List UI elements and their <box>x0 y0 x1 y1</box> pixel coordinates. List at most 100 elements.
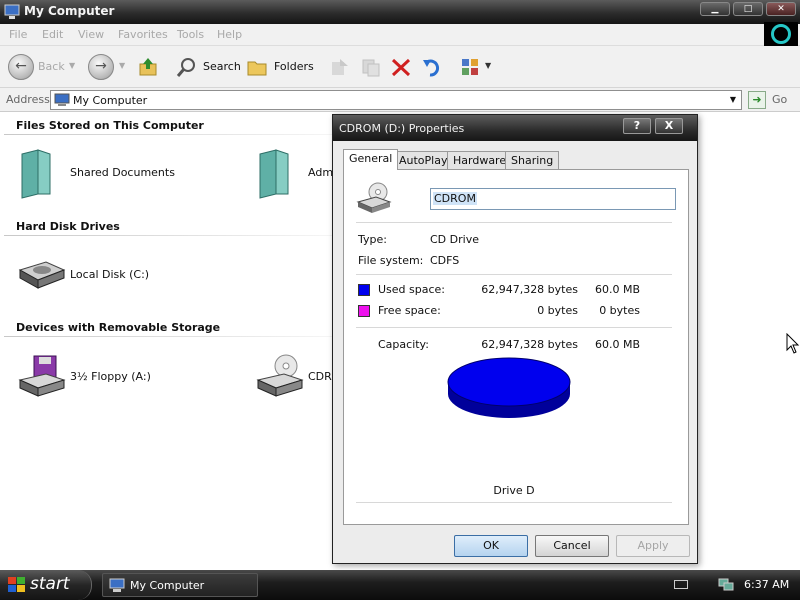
type-value: CD Drive <box>430 233 479 246</box>
dialog-titlebar[interactable]: CDROM (D:) Properties ? X <box>333 115 697 141</box>
taskbar-item-label: My Computer <box>130 579 205 592</box>
file-item-shared-documents[interactable]: Shared Documents <box>16 148 226 200</box>
free-space-bytes: 0 bytes <box>537 304 578 317</box>
divider <box>356 274 672 275</box>
menu-edit[interactable]: Edit <box>42 28 63 41</box>
free-space-label: Free space: <box>378 304 441 317</box>
menu-file[interactable]: File <box>9 28 27 41</box>
taskbar-item-my-computer[interactable]: My Computer <box>102 573 258 597</box>
search-label[interactable]: Search <box>203 60 241 73</box>
file-system-value: CDFS <box>430 254 460 267</box>
search-icon[interactable] <box>176 56 198 78</box>
floppy-drive-icon <box>18 355 66 397</box>
free-space-size: 0 bytes <box>599 304 640 317</box>
tab-general[interactable]: General <box>343 149 399 170</box>
drive-label: Drive D <box>493 484 535 497</box>
apply-button[interactable]: Apply <box>616 535 690 557</box>
window-titlebar[interactable]: My Computer ▁ □ ✕ <box>0 0 800 24</box>
my-computer-icon <box>4 4 20 23</box>
type-label: Type: <box>358 233 387 246</box>
file-system-label: File system: <box>358 254 424 267</box>
address-input[interactable]: My Computer ▼ <box>50 90 742 110</box>
folder-icon <box>259 149 289 199</box>
maximize-button[interactable]: □ <box>733 2 763 16</box>
file-item-local-disk[interactable]: Local Disk (C:) <box>16 250 226 302</box>
move-to-icon[interactable] <box>328 56 350 78</box>
windows-flag-icon <box>8 577 26 596</box>
back-dropdown-icon[interactable]: ▼ <box>69 61 75 70</box>
divider <box>356 502 672 503</box>
capacity-bytes: 62,947,328 bytes <box>481 338 578 351</box>
used-space-label: Used space: <box>378 283 446 296</box>
cd-drive-icon <box>356 182 392 217</box>
used-space-bytes: 62,947,328 bytes <box>481 283 578 296</box>
views-icon[interactable] <box>460 56 482 78</box>
menu-favorites[interactable]: Favorites <box>118 28 168 41</box>
back-label: Back <box>38 60 65 73</box>
group-heading-hard-disks: Hard Disk Drives <box>16 220 120 233</box>
toolbar: ← Back ▼ → ▼ Search Folders ▼ <box>0 46 800 88</box>
my-computer-icon <box>54 93 70 110</box>
dialog-close-button[interactable]: X <box>655 118 683 134</box>
views-dropdown-icon[interactable]: ▼ <box>485 61 491 70</box>
file-item-label: Adm <box>308 166 334 179</box>
hard-disk-icon <box>18 261 66 289</box>
used-space-size: 60.0 MB <box>594 283 640 296</box>
drive-name-input[interactable]: CDROM <box>430 188 676 210</box>
address-label: Address <box>6 93 50 106</box>
close-button[interactable]: ✕ <box>766 2 796 16</box>
forward-dropdown-icon[interactable]: ▼ <box>119 61 125 70</box>
disk-usage-pie <box>447 357 571 418</box>
system-tray: 6:37 AM <box>664 570 800 600</box>
mouse-cursor-icon <box>786 332 800 358</box>
address-bar: Address My Computer ▼ ➜ Go <box>0 88 800 112</box>
cancel-button[interactable]: Cancel <box>535 535 609 557</box>
menu-view[interactable]: View <box>78 28 104 41</box>
ok-button[interactable]: OK <box>454 535 528 557</box>
my-computer-icon <box>109 578 125 596</box>
folders-label[interactable]: Folders <box>274 60 314 73</box>
tab-hardware[interactable]: Hardware <box>447 151 513 169</box>
up-folder-icon[interactable] <box>137 56 159 78</box>
cd-drive-icon <box>256 354 304 397</box>
start-button[interactable]: start <box>0 570 92 600</box>
file-item-label: CDR <box>308 370 332 383</box>
undo-icon[interactable] <box>421 56 443 78</box>
group-heading-files: Files Stored on This Computer <box>16 119 204 132</box>
menu-tools[interactable]: Tools <box>177 28 204 41</box>
menu-bar: File Edit View Favorites Tools Help <box>0 24 800 46</box>
folder-icon <box>21 149 51 199</box>
start-label: start <box>30 574 70 594</box>
file-item-label: Local Disk (C:) <box>70 268 150 281</box>
go-arrow-icon[interactable]: ➜ <box>748 91 766 109</box>
capacity-size: 60.0 MB <box>594 338 640 351</box>
menu-help[interactable]: Help <box>217 28 242 41</box>
address-dropdown-icon[interactable]: ▼ <box>727 94 739 106</box>
address-value: My Computer <box>73 94 148 107</box>
general-tab-panel: CDROM Type: CD Drive File system: CDFS U… <box>343 169 689 525</box>
windows-throbber-logo <box>764 22 798 46</box>
copy-to-icon[interactable] <box>360 56 382 78</box>
file-item-floppy-drive[interactable]: 3½ Floppy (A:) <box>16 352 226 404</box>
tab-autoplay[interactable]: AutoPlay <box>393 151 454 169</box>
folders-icon[interactable] <box>246 56 268 78</box>
clock[interactable]: 6:37 AM <box>744 578 789 591</box>
properties-dialog: CDROM (D:) Properties ? X General AutoPl… <box>332 114 698 564</box>
pie-slice-used <box>447 357 571 407</box>
help-button[interactable]: ? <box>623 118 651 134</box>
capacity-label: Capacity: <box>378 338 429 351</box>
group-heading-removable: Devices with Removable Storage <box>16 321 221 334</box>
dialog-title: CDROM (D:) Properties <box>339 122 465 135</box>
forward-button[interactable]: → <box>88 54 114 80</box>
drive-name-value: CDROM <box>433 192 477 205</box>
go-button[interactable]: Go <box>772 93 787 106</box>
network-icon[interactable] <box>718 578 734 595</box>
back-button[interactable]: ← <box>8 54 34 80</box>
tab-sharing[interactable]: Sharing <box>505 151 560 169</box>
minimize-button[interactable]: ▁ <box>700 2 730 16</box>
file-item-label: Shared Documents <box>70 166 175 179</box>
free-space-swatch <box>358 305 370 317</box>
file-item-label: 3½ Floppy (A:) <box>70 370 151 383</box>
delete-icon[interactable] <box>390 56 412 78</box>
keyboard-icon[interactable] <box>674 580 688 589</box>
